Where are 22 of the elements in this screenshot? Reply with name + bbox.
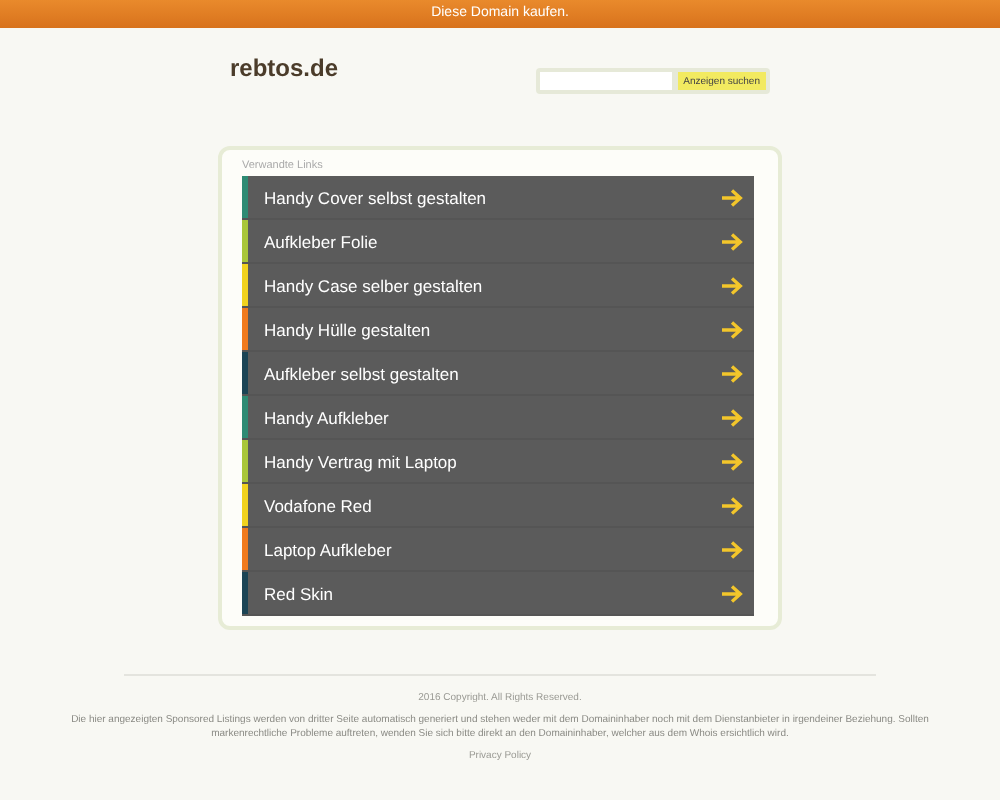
related-link[interactable]: Handy Aufkleber xyxy=(242,396,754,440)
arrow-right-icon xyxy=(720,319,744,339)
arrow-right-icon xyxy=(720,187,744,207)
related-link[interactable]: Aufkleber Folie xyxy=(242,220,754,264)
arrow-right-icon xyxy=(720,363,744,383)
arrow-right-icon xyxy=(720,583,744,603)
related-link[interactable]: Vodafone Red xyxy=(242,484,754,528)
related-link[interactable]: Handy Case selber gestalten xyxy=(242,264,754,308)
arrow-right-icon xyxy=(720,231,744,251)
search-field[interactable] xyxy=(539,72,672,90)
related-link[interactable]: Handy Hülle gestalten xyxy=(242,308,754,352)
arrow-right-icon xyxy=(720,407,744,427)
related-link[interactable]: Handy Vertrag mit Laptop xyxy=(242,440,754,484)
arrow-right-icon xyxy=(720,451,744,471)
related-link[interactable]: Aufkleber selbst gestalten xyxy=(242,352,754,396)
arrow-right-icon xyxy=(720,539,744,559)
arrow-right-icon xyxy=(720,275,744,295)
related-link[interactable]: Red Skin xyxy=(242,572,754,616)
arrow-right-icon xyxy=(720,495,744,515)
related-link[interactable]: Handy Cover selbst gestalten xyxy=(242,176,754,220)
site-name: rebtos.de xyxy=(230,54,339,82)
related-link[interactable]: Laptop Aufkleber xyxy=(242,528,754,572)
